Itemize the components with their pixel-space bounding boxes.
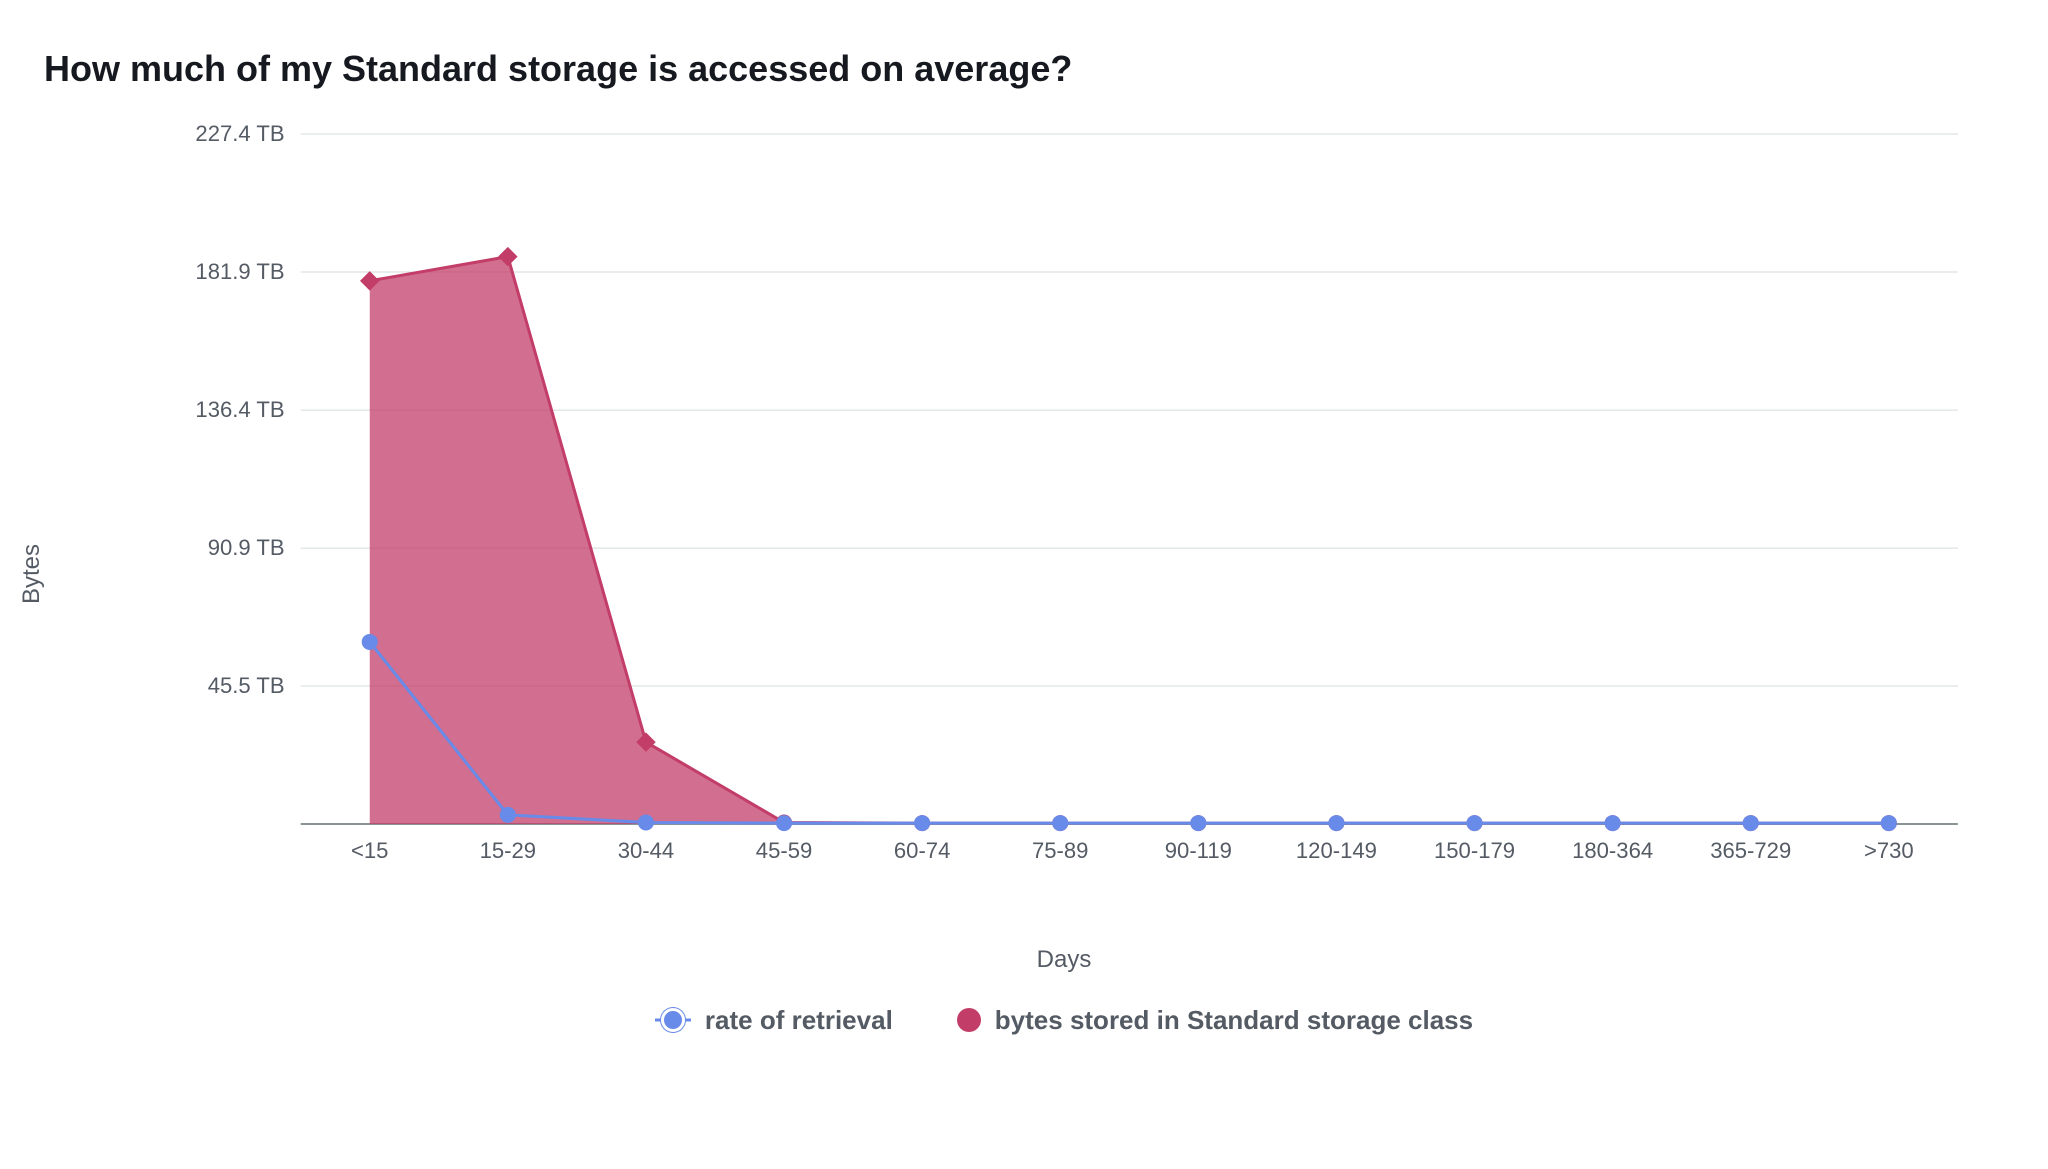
line-marker-dot-icon bbox=[1881, 815, 1897, 831]
chart-container: How much of my Standard storage is acces… bbox=[0, 0, 2048, 1169]
line-marker-dot-icon bbox=[776, 815, 792, 831]
chart-svg: 45.5 TB 90.9 TB 136.4 TB 181.9 TB 227.4 TB <1… bbox=[140, 114, 1988, 914]
area-series-fill bbox=[370, 257, 1889, 824]
line-marker-dot-icon bbox=[1190, 815, 1206, 831]
x-tick-label: 45-59 bbox=[756, 838, 812, 863]
line-marker-dot-icon bbox=[638, 814, 654, 830]
y-tick-label: 45.5 TB bbox=[208, 673, 285, 698]
chart-wrap: Bytes 45.5 TB90.9 TB136.4 TB181.9 TB227.… bbox=[40, 114, 1988, 1034]
y-tick-label: 181.9 TB bbox=[195, 259, 284, 284]
x-tick-label: 120-149 bbox=[1296, 838, 1377, 863]
chart-title: How much of my Standard storage is acces… bbox=[44, 48, 1988, 90]
x-tick-label: 150-179 bbox=[1434, 838, 1515, 863]
line-marker-dot-icon bbox=[1328, 815, 1344, 831]
line-marker-dot-icon bbox=[500, 807, 516, 823]
plot-area: 45.5 TB 90.9 TB 136.4 TB 181.9 TB 227.4 TB <1… bbox=[140, 114, 1988, 914]
x-tick-label: 15-29 bbox=[480, 838, 536, 863]
x-tick-label: 60-74 bbox=[894, 838, 950, 863]
line-marker-dot-icon bbox=[1052, 815, 1068, 831]
y-axis-label: Bytes bbox=[18, 544, 46, 604]
x-tick-label: 365-729 bbox=[1710, 838, 1791, 863]
y-tick-label: 90.9 TB bbox=[208, 535, 285, 560]
x-tick-label: 180-364 bbox=[1572, 838, 1653, 863]
line-marker-dot-icon bbox=[1605, 815, 1621, 831]
y-tick-label: 136.4 TB bbox=[195, 397, 284, 422]
x-tick-label: >730 bbox=[1864, 838, 1914, 863]
x-tick-label: <15 bbox=[351, 838, 388, 863]
x-tick-label: 30-44 bbox=[618, 838, 674, 863]
line-marker-dot-icon bbox=[914, 815, 930, 831]
line-marker-dot-icon bbox=[1466, 815, 1482, 831]
x-tick-label: 75-89 bbox=[1032, 838, 1088, 863]
x-tick-label: 90-119 bbox=[1165, 838, 1232, 863]
y-tick-label: 227.4 TB bbox=[195, 121, 284, 146]
line-marker-dot-icon bbox=[362, 634, 378, 650]
legend-swatch-line-icon bbox=[655, 1002, 691, 1038]
line-marker-dot-icon bbox=[1743, 815, 1759, 831]
